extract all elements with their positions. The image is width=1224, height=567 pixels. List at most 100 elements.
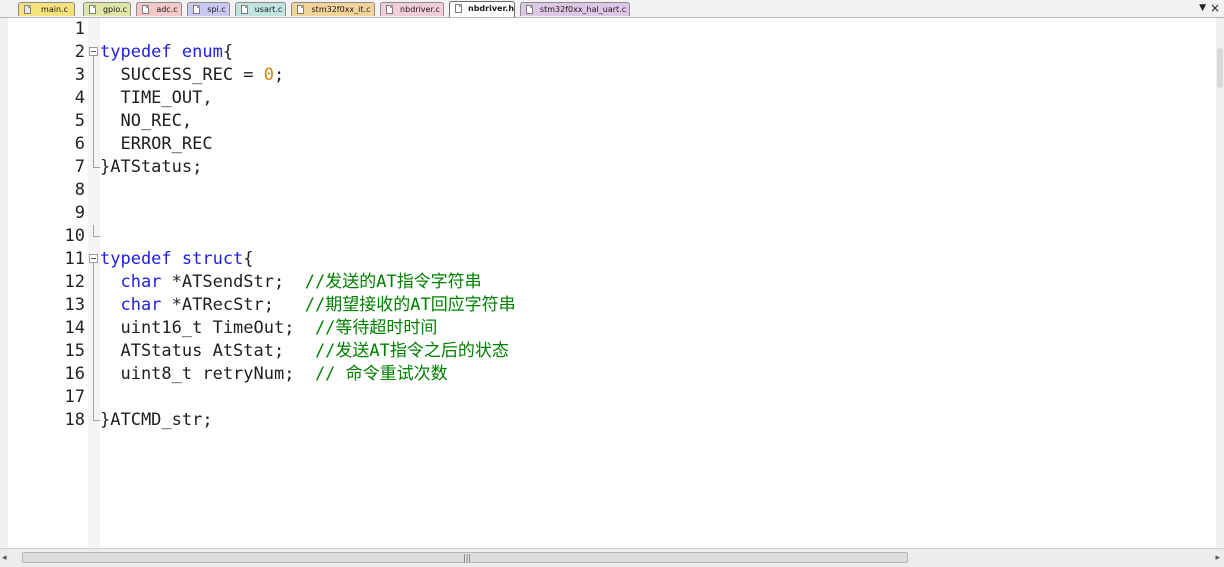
tab-label: spi.c [207,5,226,14]
close-tab-icon[interactable]: × [1210,1,1220,15]
code-text: typedef struct{ [100,248,254,271]
fold-guide [93,271,94,294]
scroll-left-icon[interactable]: ◂ [2,551,7,565]
fold-end-marker [93,225,100,237]
tab-nbdriver-c[interactable]: nbdriver.c [380,2,444,16]
tab-list-dropdown-icon[interactable]: ▼ [1199,2,1206,14]
code-text: }ATCMD_str; [100,410,213,430]
fold-guide [93,340,94,363]
keyword: typedef struct [100,249,244,269]
fold-guide [93,64,94,87]
line-number: 7 [74,157,85,177]
file-icon [526,5,533,14]
code-text: ERROR_REC [100,134,213,154]
comment: //期望接收的 [304,295,411,315]
fold-guide [93,133,94,156]
scroll-right-icon[interactable]: ▸ [1215,551,1220,565]
horizontal-scrollbar[interactable]: ◂ ||| ▸ [0,548,1224,567]
fold-guide [93,386,94,409]
code-editor[interactable]: 1 2 typedef enum{ 3 SUCCESS_REC = 0; 4 T… [8,18,1216,548]
file-icon [142,5,149,14]
keyword: char [100,272,162,292]
code-token: *ATRecStr; [161,295,305,315]
file-icon [297,5,304,14]
code-text: SUCCESS_REC = 0; [100,64,284,87]
fold-toggle-icon[interactable] [89,254,98,263]
comment: //发送 [314,341,370,361]
code-line: 13 char *ATRecStr; //期望接收的AT回应字符串 [8,294,1216,317]
code-text: char *ATRecStr; //期望接收的AT回应字符串 [100,294,515,317]
fold-toggle-icon[interactable] [89,47,98,56]
tab-main-c[interactable]: main.c [18,2,75,16]
code-text: TIME_OUT, [100,88,213,108]
tab-stm32f0xx-hal-uart-c[interactable]: stm32f0xx_hal_uart.c [520,2,630,16]
code-line: 2 typedef enum{ [8,41,1216,64]
file-icon [24,5,31,14]
code-line: 15 ATStatus AtStat; //发送AT指令之后的状态 [8,340,1216,363]
comment: // 命令重试次数 [314,364,448,384]
tab-gpio-c[interactable]: gpio.c [83,2,131,16]
file-icon [193,5,200,14]
vertical-scroll-thumb[interactable] [1217,48,1223,88]
code-line: 12 char *ATSendStr; //发送的AT指令字符串 [8,271,1216,294]
fold-guide [93,363,94,386]
code-text: uint16_t TimeOut; //等待超时时间 [100,317,437,340]
code-line: 1 [8,18,1216,41]
code-text: NO_REC, [100,111,193,131]
tab-stm32f0xx-it-c[interactable]: stm32f0xx_it.c [291,2,375,16]
code-line: 10 [8,225,1216,248]
line-number: 9 [74,203,85,223]
code-text: }ATStatus; [100,157,203,177]
line-number: 10 [64,226,85,246]
tab-label: stm32f0xx_hal_uart.c [539,5,627,14]
code-line: 17 [8,386,1216,409]
tab-usart-c[interactable]: usart.c [235,2,286,16]
comment: //发送的 [304,272,377,292]
line-number: 18 [64,410,85,430]
code-line: 18 }ATCMD_str; [8,409,1216,432]
comment: AT [410,295,431,315]
code-token: uint16_t TimeOut; [100,318,315,338]
fold-guide [93,294,94,317]
line-number: 13 [64,295,85,315]
code-text: char *ATSendStr; //发送的AT指令字符串 [100,271,482,294]
line-number: 4 [74,88,85,108]
comment: AT [369,341,390,361]
tab-spi-c[interactable]: spi.c [187,2,230,16]
vertical-scrollbar[interactable] [1216,18,1224,548]
tab-label: stm32f0xx_it.c [311,5,371,14]
horizontal-scroll-thumb[interactable]: ||| [22,552,908,563]
file-icon [455,4,462,13]
code-line: 9 [8,202,1216,225]
horizontal-scroll-track[interactable]: ||| [18,552,1206,563]
fold-guide [93,87,94,110]
line-number: 14 [64,318,85,338]
code-line: 6 ERROR_REC [8,133,1216,156]
fold-end-marker [93,409,100,421]
code-line: 16 uint8_t retryNum; // 命令重试次数 [8,363,1216,386]
tab-nbdriver-h[interactable]: nbdriver.h [449,1,515,17]
tab-label: usart.c [254,5,283,14]
line-number: 8 [74,180,85,200]
comment: 指令字符串 [396,272,482,292]
line-number: 1 [74,19,85,39]
code-text: ATStatus AtStat; //发送AT指令之后的状态 [100,340,509,363]
keyword: typedef enum [100,42,223,62]
tab-label: adc.c [156,5,178,14]
code-token: SUCCESS_REC = [100,65,264,85]
code-token: ; [274,65,285,85]
line-number: 2 [74,42,85,62]
tab-adc-c[interactable]: adc.c [136,2,182,16]
fold-guide [93,263,94,271]
scroll-grip-icon: ||| [463,553,472,562]
code-line: 7 }ATStatus; [8,156,1216,179]
line-number: 11 [64,249,85,269]
tab-label: nbdriver.c [400,5,440,14]
comment: 指令之后的状态 [389,341,509,361]
fold-guide [93,110,94,133]
fold-guide [93,317,94,340]
code-token: uint8_t retryNum; [100,364,315,384]
file-tab-bar: main.c gpio.c adc.c spi.c usart.c stm32f… [0,0,1224,18]
line-number: 15 [64,341,85,361]
code-line: 11 typedef struct{ [8,248,1216,271]
